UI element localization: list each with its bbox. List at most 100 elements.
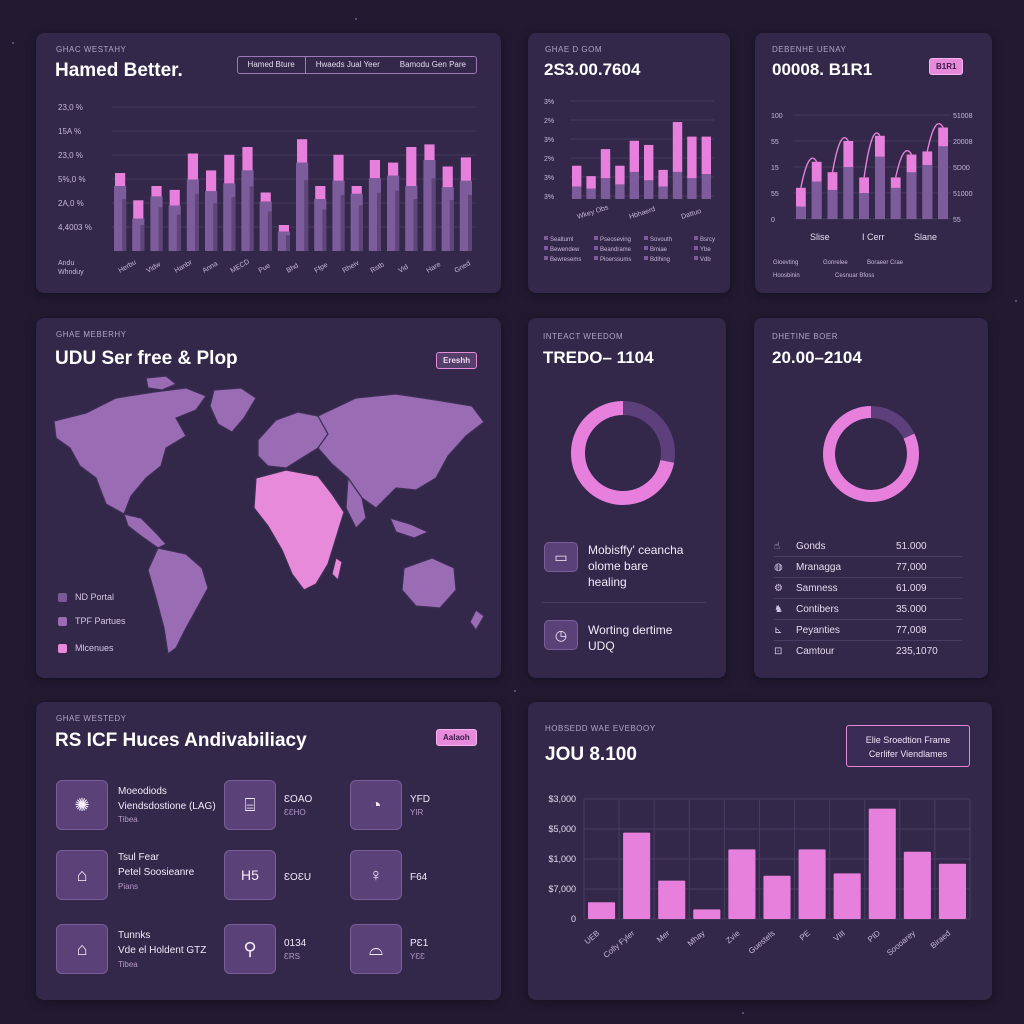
- bar-shadow: [395, 190, 400, 251]
- x-tick-label: Hanbr: [174, 259, 195, 275]
- bar-shadow: [358, 205, 363, 251]
- stat-value: 77,000: [896, 561, 927, 573]
- bar-base: [586, 188, 596, 199]
- sun-icon[interactable]: ✺: [56, 780, 108, 830]
- panel-title: RS ICF Huces Andivabiliacy: [55, 730, 307, 751]
- legend-swatch: [644, 256, 648, 260]
- y-tick-label: 3%: [544, 194, 554, 201]
- bar-shadow: [176, 214, 181, 251]
- legend-swatch: [644, 236, 648, 240]
- y-tick-label: $3,000: [548, 794, 576, 804]
- info-row-text: Mobisffy' ceancha olome bare healing: [588, 543, 684, 589]
- bar-top: [351, 186, 362, 194]
- divider: [542, 602, 706, 603]
- gauge-icon[interactable]: ◔: [350, 780, 402, 830]
- boat-icon[interactable]: ⌓: [350, 924, 402, 974]
- bar-shadow: [213, 203, 218, 251]
- y-tick-label: 3%: [544, 137, 554, 144]
- x-tick-label: Vid: [398, 264, 410, 275]
- bar-base: [890, 187, 901, 219]
- bar-shadow: [468, 194, 472, 251]
- chart-icon: ⊾: [774, 624, 783, 636]
- panel-title: TREDO– 1104: [543, 348, 654, 367]
- y-tick-label: 0: [771, 217, 775, 224]
- y-tick-label: 100: [771, 113, 783, 120]
- x-tick-label: I Cerr: [862, 232, 885, 242]
- donut-chart: [823, 406, 919, 502]
- x-tick-label: Bhd: [286, 262, 300, 274]
- screen-icon[interactable]: ▭: [544, 542, 578, 572]
- bar-top: [600, 149, 611, 179]
- legend-label: Bmiae: [650, 247, 668, 253]
- stat-row: ♞ Contibers 35.000: [774, 599, 962, 620]
- stat-label: Mranagga: [796, 561, 842, 573]
- map-region-south-america: [147, 547, 209, 656]
- legend-label: Hoosbinin: [773, 273, 800, 279]
- bar-base: [629, 171, 639, 199]
- x-tick-label: Wkey Obs: [576, 204, 609, 221]
- bar-top: [151, 186, 162, 197]
- map-region-indonesia: [388, 517, 430, 539]
- mic-icon[interactable]: ♀: [350, 850, 402, 900]
- y-tick-label: $1,000: [548, 854, 576, 864]
- bar-top: [687, 136, 697, 179]
- bar-shadow: [304, 180, 309, 251]
- bar: [588, 902, 616, 919]
- bar: [938, 863, 966, 919]
- y-tick-label: 55: [771, 139, 779, 146]
- clock-icon[interactable]: ◷: [544, 620, 578, 650]
- y-tick-label: $5,000: [548, 824, 576, 834]
- stat-row: ☝ Gonds 51.000: [774, 536, 962, 557]
- legend-label: ND Portal: [75, 592, 115, 602]
- legend-label: Sovouth: [650, 237, 672, 243]
- info-row-text: Worting dertime UDQ: [588, 623, 673, 653]
- donut-hole: [837, 420, 905, 488]
- stat-label: Samness: [796, 582, 838, 594]
- y-tick-label: 15: [771, 165, 779, 172]
- legend-label: Gloevting: [773, 260, 798, 266]
- bar-base: [922, 164, 933, 219]
- bar-top: [224, 154, 235, 184]
- legend-swatch: [58, 643, 67, 653]
- item-label: Tsul Fear Petel Soosieanre: [118, 852, 195, 878]
- status-badge[interactable]: Aalaoh: [436, 729, 477, 746]
- bar-top: [644, 144, 654, 181]
- panel-kicker: GHAE WESTEDY: [56, 714, 127, 723]
- panel-jou: HOBSEDD WAE EVEBOOY JOU 8.100 Elie Sroed…: [528, 702, 992, 1000]
- y-tick-label: 23,0 %: [58, 151, 83, 160]
- x-tick-label: Rheiv: [342, 259, 361, 274]
- bar-top: [406, 147, 417, 186]
- bar-shadow: [140, 225, 145, 251]
- bar: [763, 875, 791, 919]
- bar-base: [796, 206, 806, 219]
- bar-base: [572, 186, 582, 199]
- bar: [833, 873, 861, 919]
- bar-base: [859, 193, 869, 219]
- item-sub: YIR: [410, 808, 424, 817]
- y-tick-label: 15A %: [58, 127, 81, 136]
- map-region-greenland: [209, 387, 257, 433]
- tool-icon[interactable]: ⚲: [224, 924, 276, 974]
- x-tick-label: Gned: [454, 260, 472, 275]
- legend-label: Sealtuml: [550, 237, 573, 243]
- panel-availability: GHAE WESTEDY RS ICF Huces Andivabiliacy …: [36, 702, 501, 1000]
- house-icon[interactable]: ⌂: [56, 850, 108, 900]
- legend-swatch: [58, 592, 67, 602]
- legend-label: Bsrcy: [700, 237, 715, 243]
- x-tick-label: Slane: [914, 232, 937, 242]
- stat-value: 77,008: [896, 624, 927, 636]
- bar-shadow: [431, 178, 436, 251]
- bar-top: [297, 139, 308, 163]
- stat-row: ◍ Mranagga 77,000: [774, 557, 962, 578]
- legend-label: Bewendew: [550, 247, 580, 253]
- legend-label: Pseoseving: [600, 237, 631, 243]
- barn-icon[interactable]: ⌂: [56, 924, 108, 974]
- bar-base: [672, 171, 683, 199]
- bar-top: [629, 140, 639, 172]
- legend-swatch: [58, 616, 67, 626]
- x-tick-label: Rstb: [370, 261, 386, 274]
- bar-top: [169, 189, 180, 206]
- camera-icon[interactable]: ⌸: [224, 780, 276, 830]
- bar-top: [278, 225, 289, 232]
- h5-icon[interactable]: H5: [224, 850, 276, 900]
